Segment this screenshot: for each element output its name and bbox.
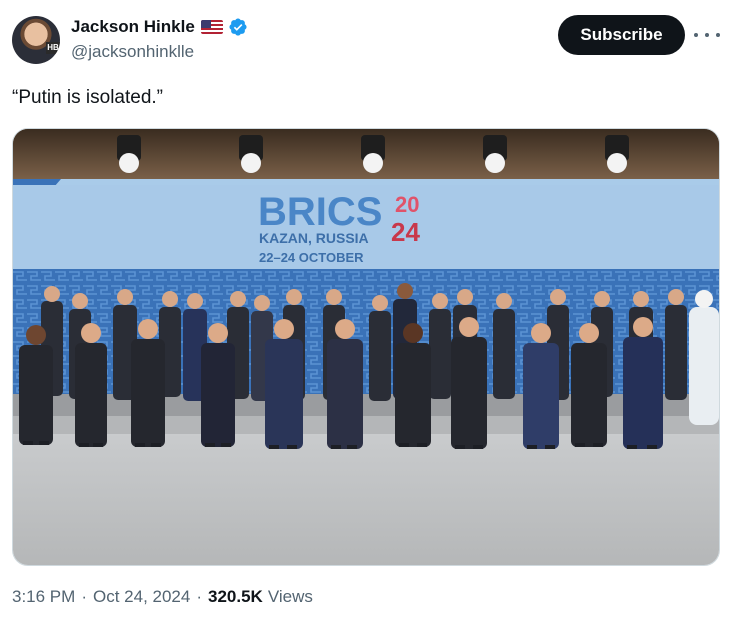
separator: · <box>196 587 202 606</box>
tweet-photo[interactable]: BRICS 20 24 KAZAN, RUSSIA 22–24 OCTOBER <box>12 128 720 566</box>
banner-year-bottom: 24 <box>391 217 420 247</box>
avatar-badge: HB <box>46 42 60 54</box>
display-name[interactable]: Jackson Hinkle <box>71 17 195 37</box>
verified-badge-icon[interactable] <box>228 17 248 37</box>
separator: · <box>81 587 87 606</box>
views-label: Views <box>267 587 313 606</box>
author-name-row: Jackson Hinkle <box>71 15 248 39</box>
views-count: 320.5K <box>208 587 263 606</box>
us-flag-icon <box>200 20 223 34</box>
banner-location: KAZAN, RUSSIA <box>259 230 369 246</box>
tweet-text: “Putin is isolated.” <box>12 87 164 108</box>
banner-dates: 22–24 OCTOBER <box>259 250 364 265</box>
brics-group-photo: BRICS 20 24 KAZAN, RUSSIA 22–24 OCTOBER <box>13 129 719 565</box>
tweet-time[interactable]: 3:16 PM <box>12 587 75 607</box>
tweet-meta: 3:16 PM · Oct 24, 2024 · 320.5K Views <box>12 587 313 607</box>
more-horizontal-icon[interactable] <box>694 26 720 44</box>
tweet-date[interactable]: Oct 24, 2024 <box>93 587 190 607</box>
handle[interactable]: @jacksonhinklle <box>71 42 194 62</box>
subscribe-button[interactable]: Subscribe <box>558 15 685 55</box>
avatar[interactable]: HB <box>12 16 60 64</box>
banner-logo-text: BRICS <box>258 190 382 234</box>
banner-year-top: 20 <box>395 192 419 217</box>
